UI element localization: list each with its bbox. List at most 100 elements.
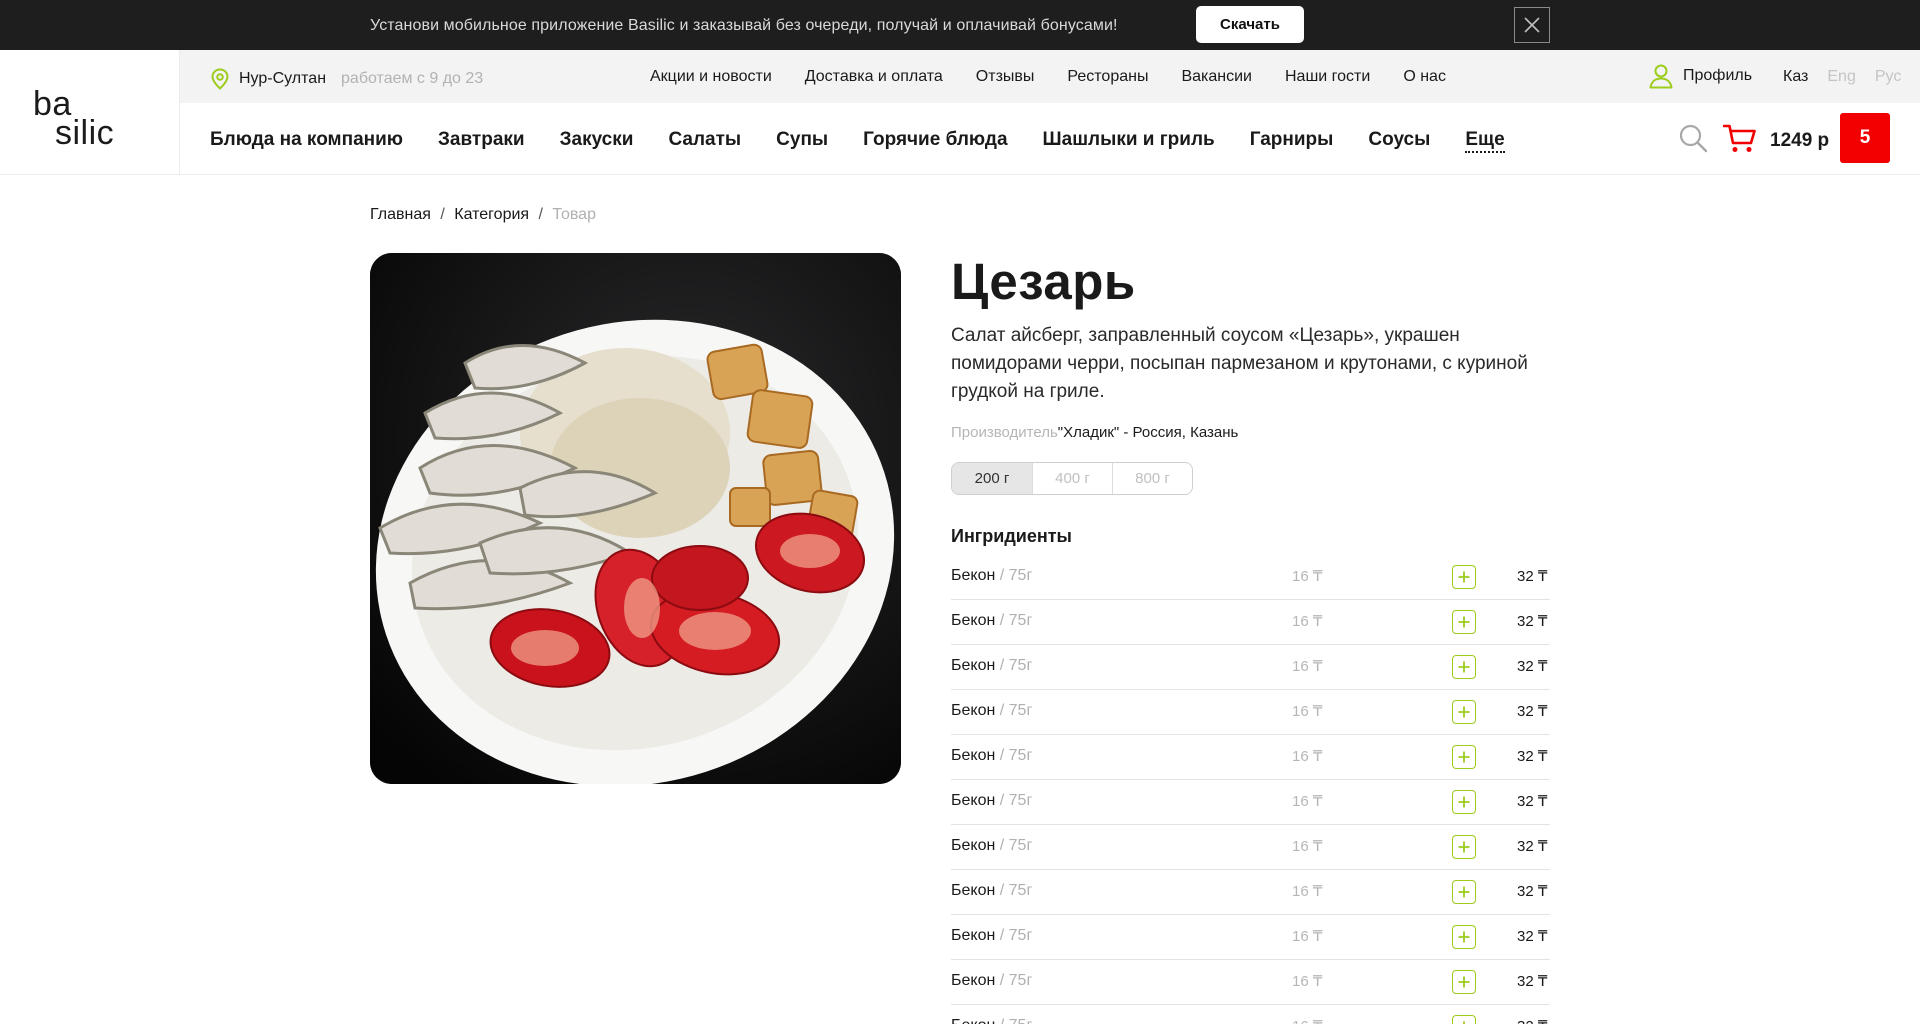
add-ingredient-button[interactable] [1452,610,1476,634]
profile-label: Профиль [1683,67,1753,84]
caesar-salad-image [370,253,901,784]
plus-icon [1458,886,1470,898]
ingredient-total: 32 ₸ [1517,838,1548,855]
menu-item-garnish[interactable]: Гарниры [1250,129,1334,153]
ingredient-price: 16 ₸ [1292,793,1323,810]
top-nav-promo[interactable]: Акции и новости [650,68,772,86]
ingredient-title: Бекон [951,837,996,854]
plus-icon [1458,571,1470,583]
plus-icon [1458,796,1470,808]
weight-option-800[interactable]: 800 г [1112,463,1192,494]
ingredient-price: 16 ₸ [1292,838,1323,855]
add-ingredient-button[interactable] [1452,835,1476,859]
language-switcher: Каз Eng Рус [1783,68,1901,86]
menu-item-sauces[interactable]: Соусы [1368,129,1430,153]
plus-icon [1463,1021,1465,1024]
logo-line-2: silic [55,114,115,152]
menu-item-breakfast[interactable]: Завтраки [438,129,525,153]
ingredient-name: Бекон / 75г [951,657,1032,675]
ingredients-title: Ингридиенты [951,526,1072,546]
add-ingredient-button[interactable] [1452,655,1476,679]
cart-count-badge[interactable]: 5 [1840,113,1890,163]
ingredient-row: Бекон / 75г 16 ₸ 32 ₸ [951,645,1550,690]
ingredient-name: Бекон / 75г [951,882,1032,900]
add-ingredient-button[interactable] [1452,790,1476,814]
product-maker: Производитель"Хладик" - Россия, Казань [951,424,1238,441]
ingredient-row: Бекон / 75г 16 ₸ 32 ₸ [951,960,1550,1005]
logo[interactable]: ba silic [33,87,115,152]
working-hours: работаем с 9 до 23 [341,70,484,87]
top-nav-delivery[interactable]: Доставка и оплата [805,68,943,86]
top-nav-vacancies[interactable]: Вакансии [1181,68,1252,86]
ingredient-price: 16 ₸ [1292,1017,1322,1024]
ingredient-weight: / 75г [995,567,1033,584]
profile-link[interactable]: Профиль [1648,63,1752,89]
breadcrumb: Главная / Категория / Товар [370,206,596,224]
lang-eng[interactable]: Eng [1827,68,1855,86]
product-description: Салат айсберг, заправленный соусом «Цеза… [951,325,1528,402]
ingredient-total: 32 ₸ [1517,1017,1547,1024]
add-ingredient-button[interactable] [1452,880,1476,904]
weight-option-200[interactable]: 200 г [952,463,1032,494]
ingredient-title: Бекон [951,747,996,764]
ingredient-weight: / 75г [995,612,1033,629]
city-name: Нур-Султан [239,70,327,87]
add-ingredient-button[interactable] [1452,970,1476,994]
ingredient-weight: / 75г [995,837,1033,854]
ingredient-price: 16 ₸ [1292,703,1323,720]
ingredient-title: Бекон [951,792,996,809]
ingredient-title: Бекон [951,1017,995,1024]
breadcrumb-category[interactable]: Категория [454,206,529,223]
ingredient-total: 32 ₸ [1517,793,1548,810]
menu-more[interactable]: Еще [1465,129,1505,153]
ingredient-name: Бекон / 75г [951,1017,1032,1024]
city-selector[interactable]: Нур-Султан работаем с 9 до 23 [210,68,483,90]
cart-icon[interactable] [1723,121,1757,155]
top-nav-about[interactable]: О нас [1403,68,1446,86]
menu-item-grill[interactable]: Шашлыки и гриль [1043,129,1215,153]
ingredient-price: 16 ₸ [1292,613,1323,630]
menu-item-salads[interactable]: Салаты [668,129,741,153]
ingredient-title: Бекон [951,972,996,989]
ingredient-row: Бекон / 75г 16 ₸ 32 ₸ [951,600,1550,645]
cart-sum[interactable]: 1249 р [1770,130,1829,152]
ingredient-name: Бекон / 75г [951,792,1032,810]
ingredient-row: Бекон / 75г 16 ₸ 32 ₸ [951,555,1550,600]
logo-cell: ba silic [0,50,180,175]
ingredient-weight: / 75г [995,792,1033,809]
ingredient-name: Бекон / 75г [951,567,1032,585]
breadcrumb-home[interactable]: Главная [370,206,431,223]
menu-item-hot-dishes[interactable]: Горячие блюда [863,129,1007,153]
top-nav-reviews[interactable]: Отзывы [976,68,1035,86]
lang-kaz[interactable]: Каз [1783,68,1808,86]
ingredient-weight: / 75г [995,972,1033,989]
menu-item-snacks[interactable]: Закуски [560,129,634,153]
ingredient-weight: / 75г [995,927,1033,944]
download-app-button[interactable]: Скачать [1196,6,1304,43]
menu-item-soups[interactable]: Супы [776,129,828,153]
top-nav-restaurants[interactable]: Рестораны [1067,68,1148,86]
top-nav-guests[interactable]: Наши гости [1285,68,1370,86]
ingredient-weight: / 75г [995,702,1033,719]
add-ingredient-button[interactable] [1452,745,1476,769]
plus-icon [1458,616,1470,628]
ingredient-row: Бекон / 75г 16 ₸ 32 ₸ [951,780,1550,825]
plus-icon [1458,706,1470,718]
ingredient-title: Бекон [951,927,996,944]
plus-icon [1458,661,1470,673]
search-icon[interactable] [1678,123,1708,153]
breadcrumb-separator: / [440,206,445,223]
add-ingredient-button[interactable] [1452,925,1476,949]
banner-close-button[interactable] [1514,7,1550,43]
ingredient-weight: / 75г [995,882,1033,899]
add-ingredient-button[interactable] [1452,700,1476,724]
add-ingredient-button[interactable] [1452,565,1476,589]
add-ingredient-button[interactable] [1452,1015,1476,1024]
lang-rus[interactable]: Рус [1875,68,1902,86]
ingredient-title: Бекон [951,882,996,899]
menu-item-company[interactable]: Блюда на компанию [210,129,403,153]
main-nav: Блюда на компанию Завтраки Закуски Салат… [180,103,1920,175]
ingredient-row: Бекон / 75г 16 ₸ 32 ₸ [951,825,1550,870]
weight-option-400[interactable]: 400 г [1032,463,1112,494]
ingredient-row: Бекон / 75г 16 ₸ 32 ₸ [951,915,1550,960]
